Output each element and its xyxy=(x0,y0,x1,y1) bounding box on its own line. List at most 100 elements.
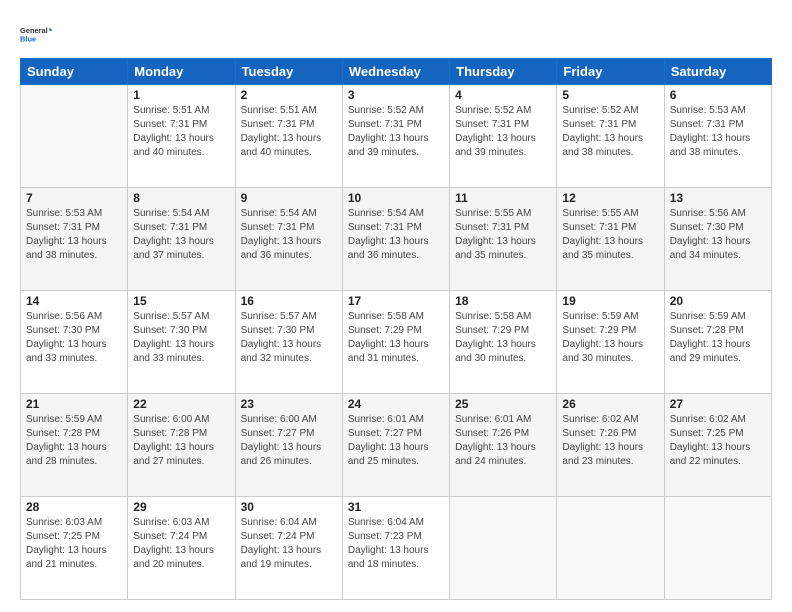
day-number: 6 xyxy=(670,88,766,102)
calendar-cell: 6 Sunrise: 5:53 AM Sunset: 7:31 PM Dayli… xyxy=(664,85,771,188)
calendar-cell: 22 Sunrise: 6:00 AM Sunset: 7:28 PM Dayl… xyxy=(128,394,235,497)
calendar-cell: 29 Sunrise: 6:03 AM Sunset: 7:24 PM Dayl… xyxy=(128,497,235,600)
day-number: 11 xyxy=(455,191,551,205)
calendar-cell: 28 Sunrise: 6:03 AM Sunset: 7:25 PM Dayl… xyxy=(21,497,128,600)
calendar-cell: 10 Sunrise: 5:54 AM Sunset: 7:31 PM Dayl… xyxy=(342,188,449,291)
calendar-cell: 30 Sunrise: 6:04 AM Sunset: 7:24 PM Dayl… xyxy=(235,497,342,600)
day-number: 22 xyxy=(133,397,229,411)
calendar-cell: 2 Sunrise: 5:51 AM Sunset: 7:31 PM Dayli… xyxy=(235,85,342,188)
calendar-cell: 20 Sunrise: 5:59 AM Sunset: 7:28 PM Dayl… xyxy=(664,291,771,394)
day-info: Sunrise: 5:58 AM Sunset: 7:29 PM Dayligh… xyxy=(348,311,429,364)
calendar-cell: 1 Sunrise: 5:51 AM Sunset: 7:31 PM Dayli… xyxy=(128,85,235,188)
day-info: Sunrise: 5:57 AM Sunset: 7:30 PM Dayligh… xyxy=(241,311,322,364)
header: General Blue xyxy=(20,18,772,50)
day-number: 26 xyxy=(562,397,658,411)
calendar-cell: 15 Sunrise: 5:57 AM Sunset: 7:30 PM Dayl… xyxy=(128,291,235,394)
calendar-cell: 26 Sunrise: 6:02 AM Sunset: 7:26 PM Dayl… xyxy=(557,394,664,497)
day-number: 18 xyxy=(455,294,551,308)
day-info: Sunrise: 6:02 AM Sunset: 7:25 PM Dayligh… xyxy=(670,414,751,467)
day-number: 23 xyxy=(241,397,337,411)
calendar-cell: 5 Sunrise: 5:52 AM Sunset: 7:31 PM Dayli… xyxy=(557,85,664,188)
calendar-cell: 25 Sunrise: 6:01 AM Sunset: 7:26 PM Dayl… xyxy=(450,394,557,497)
day-number: 2 xyxy=(241,88,337,102)
day-number: 21 xyxy=(26,397,122,411)
col-header-tuesday: Tuesday xyxy=(235,59,342,85)
calendar-cell: 7 Sunrise: 5:53 AM Sunset: 7:31 PM Dayli… xyxy=(21,188,128,291)
day-info: Sunrise: 6:03 AM Sunset: 7:24 PM Dayligh… xyxy=(133,517,214,570)
day-number: 30 xyxy=(241,500,337,514)
day-info: Sunrise: 5:59 AM Sunset: 7:29 PM Dayligh… xyxy=(562,311,643,364)
calendar-header-row: SundayMondayTuesdayWednesdayThursdayFrid… xyxy=(21,59,772,85)
calendar-cell: 13 Sunrise: 5:56 AM Sunset: 7:30 PM Dayl… xyxy=(664,188,771,291)
calendar-cell: 24 Sunrise: 6:01 AM Sunset: 7:27 PM Dayl… xyxy=(342,394,449,497)
calendar-week-row: 21 Sunrise: 5:59 AM Sunset: 7:28 PM Dayl… xyxy=(21,394,772,497)
day-info: Sunrise: 5:52 AM Sunset: 7:31 PM Dayligh… xyxy=(455,105,536,158)
day-info: Sunrise: 5:51 AM Sunset: 7:31 PM Dayligh… xyxy=(133,105,214,158)
day-info: Sunrise: 5:55 AM Sunset: 7:31 PM Dayligh… xyxy=(562,208,643,261)
day-info: Sunrise: 6:01 AM Sunset: 7:27 PM Dayligh… xyxy=(348,414,429,467)
day-info: Sunrise: 6:00 AM Sunset: 7:28 PM Dayligh… xyxy=(133,414,214,467)
day-info: Sunrise: 6:04 AM Sunset: 7:24 PM Dayligh… xyxy=(241,517,322,570)
calendar-week-row: 14 Sunrise: 5:56 AM Sunset: 7:30 PM Dayl… xyxy=(21,291,772,394)
day-info: Sunrise: 5:54 AM Sunset: 7:31 PM Dayligh… xyxy=(133,208,214,261)
day-number: 28 xyxy=(26,500,122,514)
calendar-cell: 9 Sunrise: 5:54 AM Sunset: 7:31 PM Dayli… xyxy=(235,188,342,291)
calendar-cell xyxy=(664,497,771,600)
calendar-cell: 19 Sunrise: 5:59 AM Sunset: 7:29 PM Dayl… xyxy=(557,291,664,394)
day-info: Sunrise: 5:52 AM Sunset: 7:31 PM Dayligh… xyxy=(348,105,429,158)
day-info: Sunrise: 6:02 AM Sunset: 7:26 PM Dayligh… xyxy=(562,414,643,467)
col-header-friday: Friday xyxy=(557,59,664,85)
calendar-cell: 27 Sunrise: 6:02 AM Sunset: 7:25 PM Dayl… xyxy=(664,394,771,497)
day-info: Sunrise: 6:03 AM Sunset: 7:25 PM Dayligh… xyxy=(26,517,107,570)
day-info: Sunrise: 5:52 AM Sunset: 7:31 PM Dayligh… xyxy=(562,105,643,158)
day-info: Sunrise: 5:59 AM Sunset: 7:28 PM Dayligh… xyxy=(670,311,751,364)
svg-text:Blue: Blue xyxy=(20,34,36,43)
day-number: 29 xyxy=(133,500,229,514)
day-info: Sunrise: 5:53 AM Sunset: 7:31 PM Dayligh… xyxy=(670,105,751,158)
col-header-thursday: Thursday xyxy=(450,59,557,85)
day-number: 1 xyxy=(133,88,229,102)
day-number: 27 xyxy=(670,397,766,411)
calendar-week-row: 28 Sunrise: 6:03 AM Sunset: 7:25 PM Dayl… xyxy=(21,497,772,600)
day-number: 16 xyxy=(241,294,337,308)
day-info: Sunrise: 6:04 AM Sunset: 7:23 PM Dayligh… xyxy=(348,517,429,570)
day-number: 10 xyxy=(348,191,444,205)
col-header-saturday: Saturday xyxy=(664,59,771,85)
col-header-monday: Monday xyxy=(128,59,235,85)
calendar-cell: 12 Sunrise: 5:55 AM Sunset: 7:31 PM Dayl… xyxy=(557,188,664,291)
day-number: 12 xyxy=(562,191,658,205)
day-number: 17 xyxy=(348,294,444,308)
day-info: Sunrise: 5:54 AM Sunset: 7:31 PM Dayligh… xyxy=(348,208,429,261)
day-info: Sunrise: 5:53 AM Sunset: 7:31 PM Dayligh… xyxy=(26,208,107,261)
calendar-cell xyxy=(21,85,128,188)
calendar-cell: 31 Sunrise: 6:04 AM Sunset: 7:23 PM Dayl… xyxy=(342,497,449,600)
calendar-cell: 14 Sunrise: 5:56 AM Sunset: 7:30 PM Dayl… xyxy=(21,291,128,394)
day-info: Sunrise: 6:00 AM Sunset: 7:27 PM Dayligh… xyxy=(241,414,322,467)
day-info: Sunrise: 5:56 AM Sunset: 7:30 PM Dayligh… xyxy=(26,311,107,364)
day-info: Sunrise: 5:55 AM Sunset: 7:31 PM Dayligh… xyxy=(455,208,536,261)
day-info: Sunrise: 5:58 AM Sunset: 7:29 PM Dayligh… xyxy=(455,311,536,364)
day-number: 15 xyxy=(133,294,229,308)
calendar-cell: 18 Sunrise: 5:58 AM Sunset: 7:29 PM Dayl… xyxy=(450,291,557,394)
calendar-table: SundayMondayTuesdayWednesdayThursdayFrid… xyxy=(20,58,772,600)
day-info: Sunrise: 6:01 AM Sunset: 7:26 PM Dayligh… xyxy=(455,414,536,467)
calendar-cell: 21 Sunrise: 5:59 AM Sunset: 7:28 PM Dayl… xyxy=(21,394,128,497)
calendar-cell: 11 Sunrise: 5:55 AM Sunset: 7:31 PM Dayl… xyxy=(450,188,557,291)
day-info: Sunrise: 5:51 AM Sunset: 7:31 PM Dayligh… xyxy=(241,105,322,158)
calendar-cell xyxy=(557,497,664,600)
calendar-cell xyxy=(450,497,557,600)
day-number: 3 xyxy=(348,88,444,102)
day-number: 8 xyxy=(133,191,229,205)
calendar-cell: 8 Sunrise: 5:54 AM Sunset: 7:31 PM Dayli… xyxy=(128,188,235,291)
day-number: 4 xyxy=(455,88,551,102)
col-header-sunday: Sunday xyxy=(21,59,128,85)
calendar-cell: 17 Sunrise: 5:58 AM Sunset: 7:29 PM Dayl… xyxy=(342,291,449,394)
calendar-week-row: 7 Sunrise: 5:53 AM Sunset: 7:31 PM Dayli… xyxy=(21,188,772,291)
day-info: Sunrise: 5:57 AM Sunset: 7:30 PM Dayligh… xyxy=(133,311,214,364)
day-number: 7 xyxy=(26,191,122,205)
day-info: Sunrise: 5:56 AM Sunset: 7:30 PM Dayligh… xyxy=(670,208,751,261)
calendar-cell: 23 Sunrise: 6:00 AM Sunset: 7:27 PM Dayl… xyxy=(235,394,342,497)
day-info: Sunrise: 5:54 AM Sunset: 7:31 PM Dayligh… xyxy=(241,208,322,261)
day-number: 31 xyxy=(348,500,444,514)
calendar-week-row: 1 Sunrise: 5:51 AM Sunset: 7:31 PM Dayli… xyxy=(21,85,772,188)
